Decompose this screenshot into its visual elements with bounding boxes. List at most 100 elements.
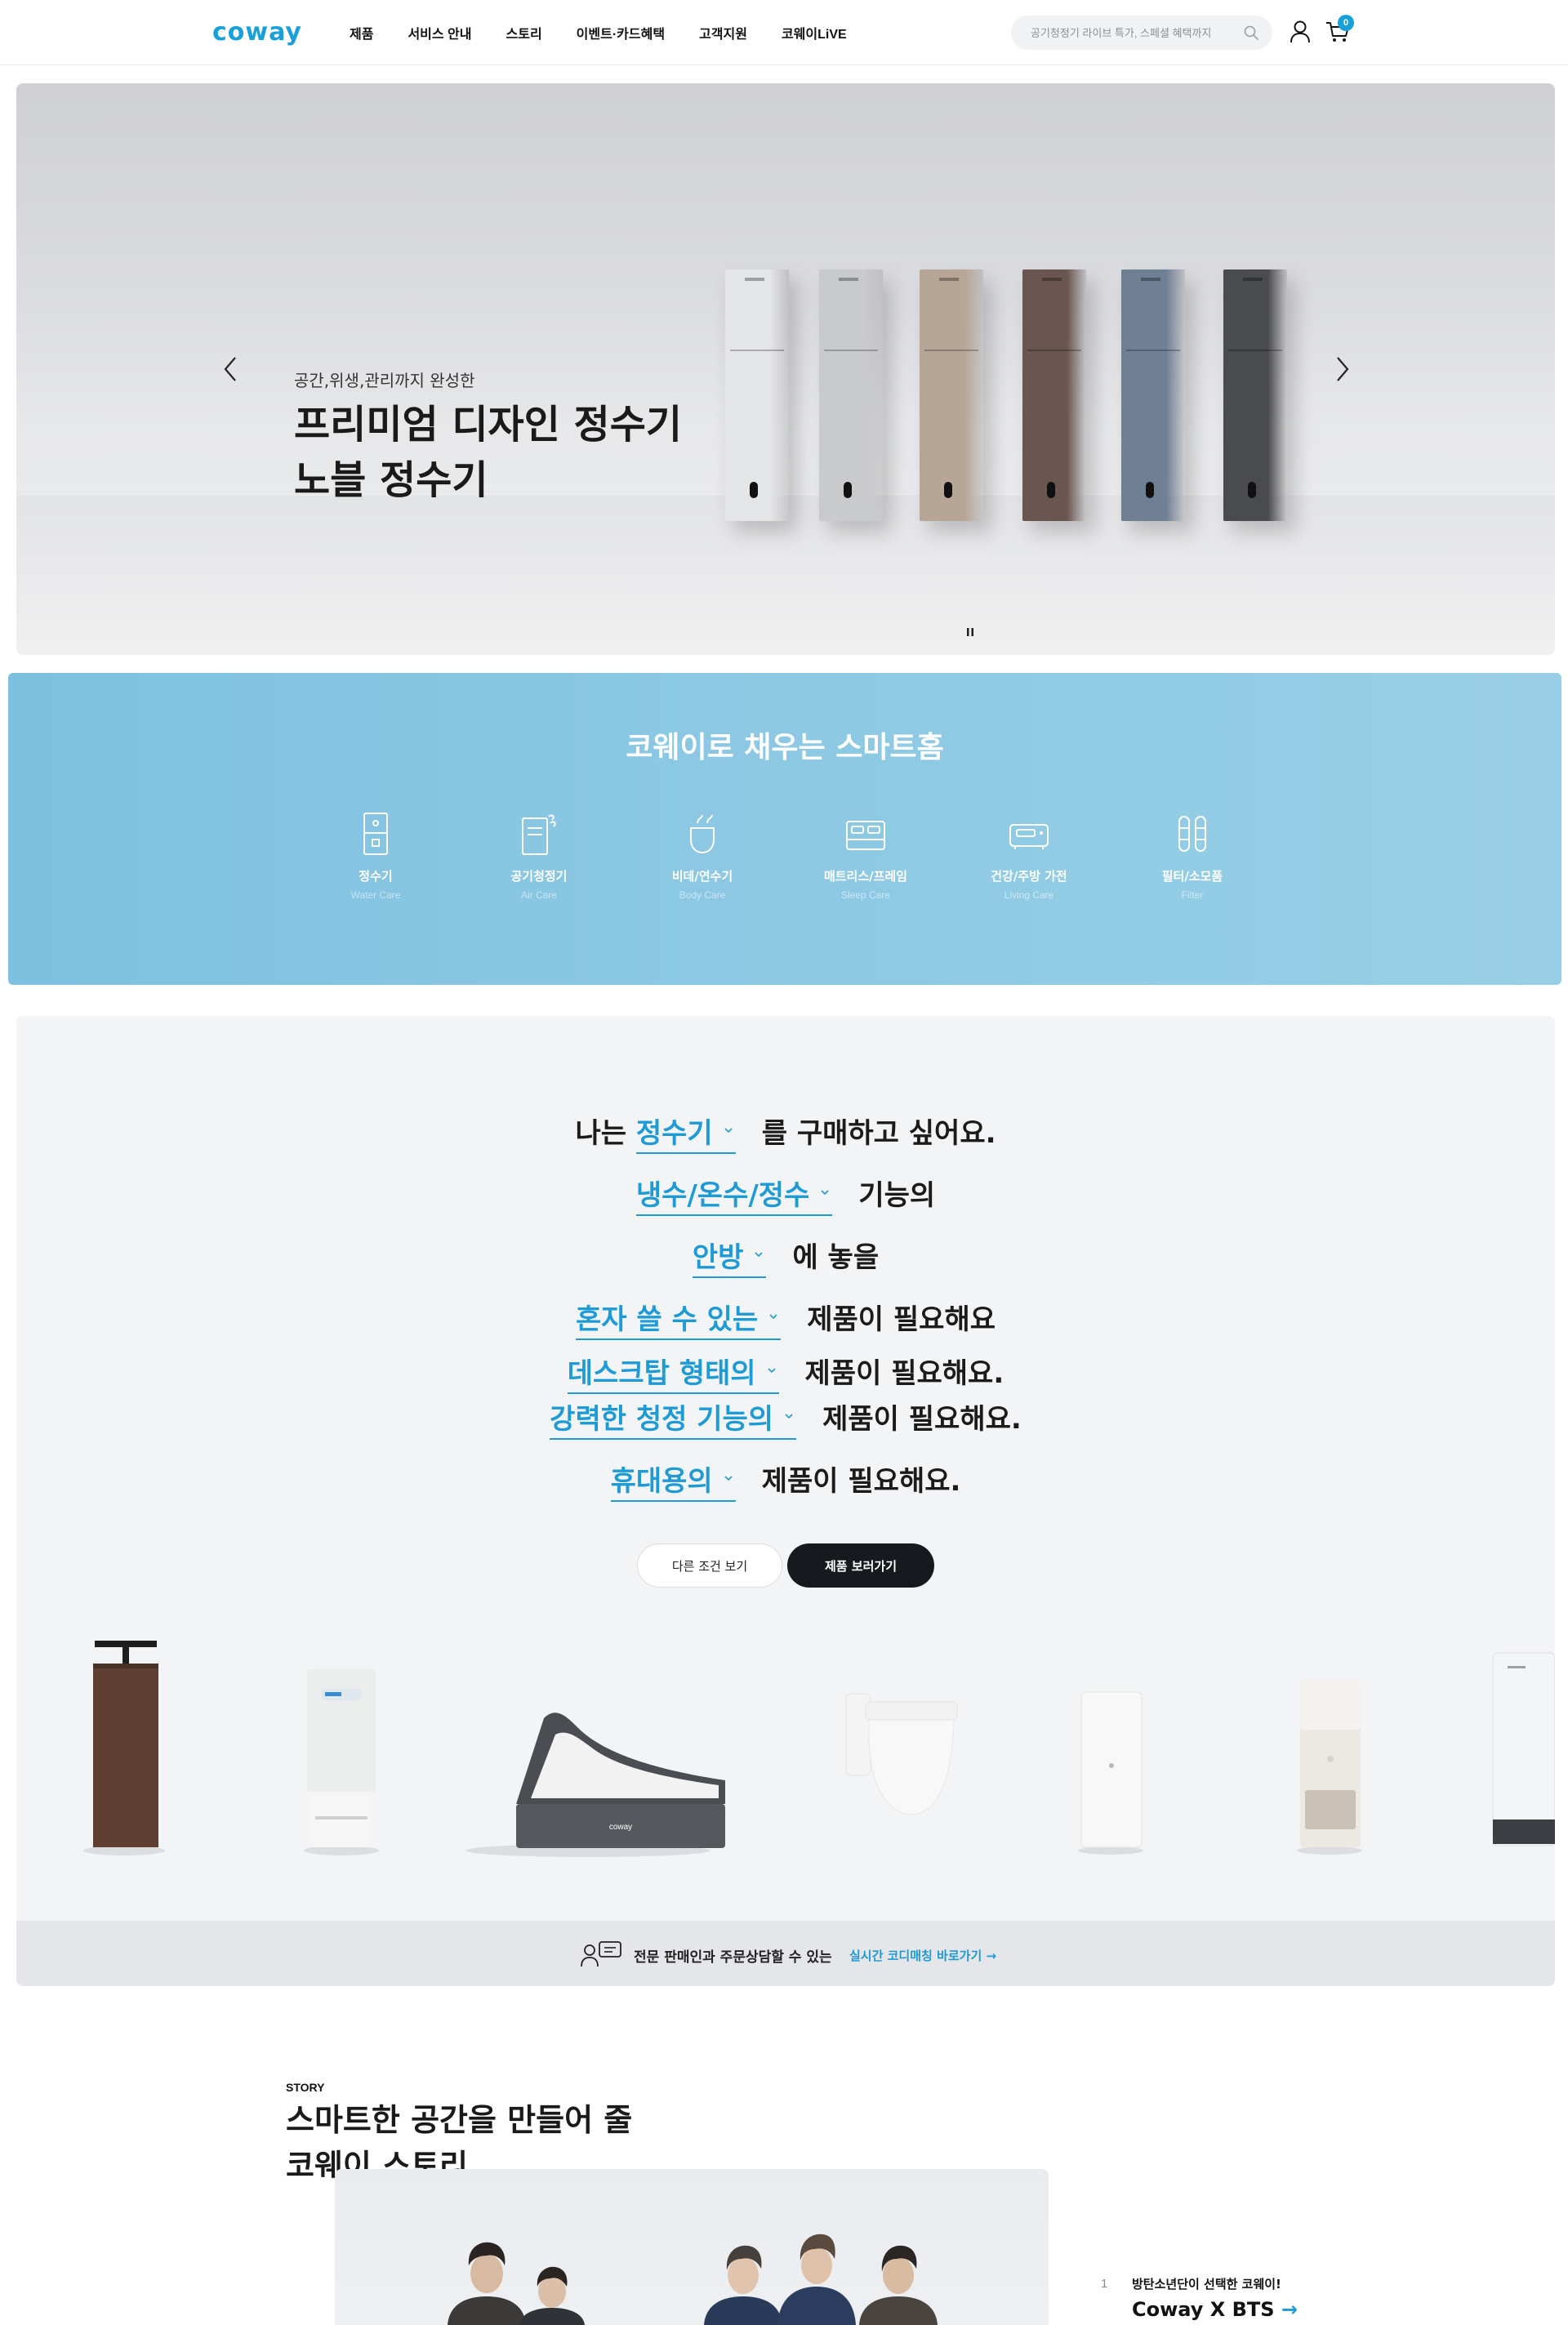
- chevron-right-icon[interactable]: [1330, 353, 1356, 385]
- smart-home-section: 코웨이로 채우는 스마트홈 정수기 Water Care 공기청정기 Air C…: [8, 673, 1561, 985]
- water-purifier-beige-product[interactable]: [1297, 1679, 1362, 1855]
- nav-item-story[interactable]: 스토리: [506, 23, 542, 42]
- dehumidifier-product[interactable]: [1078, 1691, 1143, 1855]
- story-item-number: 1: [1101, 2277, 1108, 2291]
- noble-purifier-product: [920, 269, 983, 521]
- air-purifier-product[interactable]: [1492, 1652, 1555, 1846]
- story-item-link[interactable]: Coway X BTS →: [1132, 2298, 1298, 2321]
- arrow-right-icon: →: [1281, 2298, 1298, 2321]
- chevron-down-icon: [724, 1475, 733, 1481]
- air-purifier-icon: [522, 814, 556, 855]
- noble-purifier-product: [1223, 269, 1287, 521]
- finder-text: 기능의: [858, 1179, 936, 1212]
- bidet-icon: [690, 814, 715, 854]
- global-header: coway 제품 서비스 안내 스토리 이벤트·카드혜택 고객지원 코웨이LiV…: [0, 0, 1568, 65]
- consult-bar: 전문 판매인과 주문상담할 수 있는 실시간 코디매칭 바로가기 →: [16, 1921, 1555, 1986]
- story-item-title: Coway X BTS: [1132, 2298, 1275, 2321]
- story-title-line1: 스마트한 공간을 만들어 줄: [286, 2102, 633, 2138]
- chevron-down-icon: [755, 1251, 764, 1257]
- person-figure: [859, 2245, 938, 2325]
- chevron-down-icon: [767, 1367, 776, 1373]
- other-conditions-button[interactable]: 다른 조건 보기: [637, 1543, 782, 1588]
- noble-purifier-product: [819, 269, 883, 521]
- bed-icon: [846, 821, 885, 850]
- chevron-left-icon[interactable]: [217, 353, 243, 385]
- finder-text: 를 구매하고 싶어요.: [761, 1117, 996, 1150]
- nav-item-live[interactable]: 코웨이LiVE: [782, 23, 847, 42]
- search-icon[interactable]: [1243, 24, 1259, 41]
- water-purifier-icon: [363, 813, 388, 855]
- category-filter[interactable]: 필터/소모품 Filter: [1131, 812, 1254, 901]
- finder-line-6: 강력한 청정 기능의 제품이 필요해요.: [16, 1396, 1555, 1440]
- cart-count-badge: 0: [1338, 15, 1354, 31]
- story-visual[interactable]: [335, 2169, 1049, 2325]
- nav-item-service[interactable]: 서비스 안내: [408, 23, 471, 42]
- product-finder: 나는 정수기 를 구매하고 싶어요. 냉수/온수/정수 기능의 안방 에 놓을 혼자 …: [16, 1016, 1555, 1986]
- finder-line-1: 나는 정수기 를 구매하고 싶어요.: [16, 1111, 1555, 1154]
- product-lineup: coway: [83, 1641, 1555, 1857]
- category-en: Sleep Care: [840, 889, 891, 901]
- pause-icon[interactable]: [964, 626, 977, 639]
- finder-line-5: 데스크탑 형태의 제품이 필요해요.: [16, 1351, 1555, 1394]
- category-name: 비데/연수기: [671, 869, 733, 884]
- finder-text: 에 놓을: [792, 1241, 880, 1274]
- coway-logo[interactable]: coway: [212, 18, 302, 47]
- user-icon[interactable]: [1289, 20, 1312, 44]
- person-figure: [777, 2234, 856, 2325]
- category-name: 필터/소모품: [1161, 869, 1223, 884]
- category-name: 매트리스/프레임: [823, 869, 908, 884]
- category-air-care[interactable]: 공기청정기 Air Care: [478, 812, 600, 901]
- hero-title: 프리미엄 디자인 정수기 노블 정수기: [294, 397, 682, 508]
- nav-item-products[interactable]: 제품: [350, 23, 373, 42]
- search-input[interactable]: [1031, 24, 1235, 41]
- story-item-subtitle: 방탄소년단이 선택한 코웨이!: [1132, 2277, 1281, 2292]
- hero-title-line1: 프리미엄 디자인 정수기: [294, 402, 683, 448]
- smart-home-title: 코웨이로 채우는 스마트홈: [626, 731, 944, 764]
- category-en: Living Care: [1004, 889, 1054, 901]
- side-table-product[interactable]: [83, 1641, 165, 1855]
- category-name: 정수기: [359, 869, 393, 884]
- finder-text: 나는: [575, 1117, 627, 1150]
- category-en: Body Care: [679, 889, 726, 901]
- category-water-care[interactable]: 정수기 Water Care: [314, 812, 437, 901]
- mattress-product[interactable]: coway: [466, 1713, 725, 1857]
- product-type-select[interactable]: 정수기: [635, 1111, 736, 1154]
- view-products-button[interactable]: 제품 보러가기: [787, 1543, 934, 1588]
- room-select[interactable]: 안방: [692, 1235, 767, 1278]
- noble-purifier-product: [725, 269, 789, 521]
- chevron-down-icon: [769, 1313, 777, 1319]
- person-figure: [519, 2266, 585, 2325]
- bts-group-photo: [448, 2234, 938, 2325]
- nav-item-support[interactable]: 고객지원: [699, 23, 747, 42]
- category-name: 공기청정기: [510, 869, 568, 884]
- noble-purifier-product: [1022, 269, 1086, 521]
- story-tag: STORY: [286, 2081, 325, 2094]
- water-purifier-product[interactable]: [304, 1669, 379, 1855]
- hero-subtitle: 공간,위생,관리까지 완성한: [294, 371, 475, 390]
- hero-title-line2: 노블 정수기: [294, 457, 488, 503]
- consult-text: 전문 판매인과 주문상담할 수 있는: [634, 1949, 832, 1966]
- mattress-brand-label: coway: [609, 1823, 632, 1832]
- category-name: 건강/주방 가전: [991, 869, 1067, 884]
- person-figure: [448, 2242, 526, 2325]
- category-living-care[interactable]: 건강/주방 가전 Living Care: [968, 812, 1090, 901]
- finder-text: 제품이 필요해요.: [761, 1465, 961, 1498]
- category-body-care[interactable]: 비데/연수기 Body Care: [641, 812, 764, 901]
- form-factor-select[interactable]: 데스크탑 형태의: [567, 1351, 779, 1394]
- finder-line-3: 안방 에 놓을: [16, 1235, 1555, 1278]
- kitchen-appliance-icon: [1009, 824, 1049, 849]
- coordi-matching-link[interactable]: 실시간 코디매칭 바로가기 →: [849, 1947, 996, 1964]
- function-select[interactable]: 냉수/온수/정수: [635, 1173, 833, 1216]
- bidet-product[interactable]: [845, 1693, 958, 1815]
- noble-purifier-product: [1121, 269, 1185, 521]
- finder-line-7: 휴대용의 제품이 필요해요.: [16, 1459, 1555, 1502]
- chevron-down-icon: [821, 1189, 829, 1195]
- finder-text: 제품이 필요해요: [807, 1303, 996, 1336]
- portability-select[interactable]: 휴대용의: [610, 1459, 736, 1502]
- category-sleep-care[interactable]: 매트리스/프레임 Sleep Care: [804, 812, 927, 901]
- usage-select[interactable]: 혼자 쓸 수 있는: [576, 1297, 782, 1340]
- nav-item-events[interactable]: 이벤트·카드혜택: [577, 23, 665, 42]
- finder-line-4: 혼자 쓸 수 있는 제품이 필요해요: [16, 1297, 1555, 1340]
- cleaning-power-select[interactable]: 강력한 청정 기능의: [550, 1396, 797, 1440]
- category-en: Air Care: [520, 889, 557, 901]
